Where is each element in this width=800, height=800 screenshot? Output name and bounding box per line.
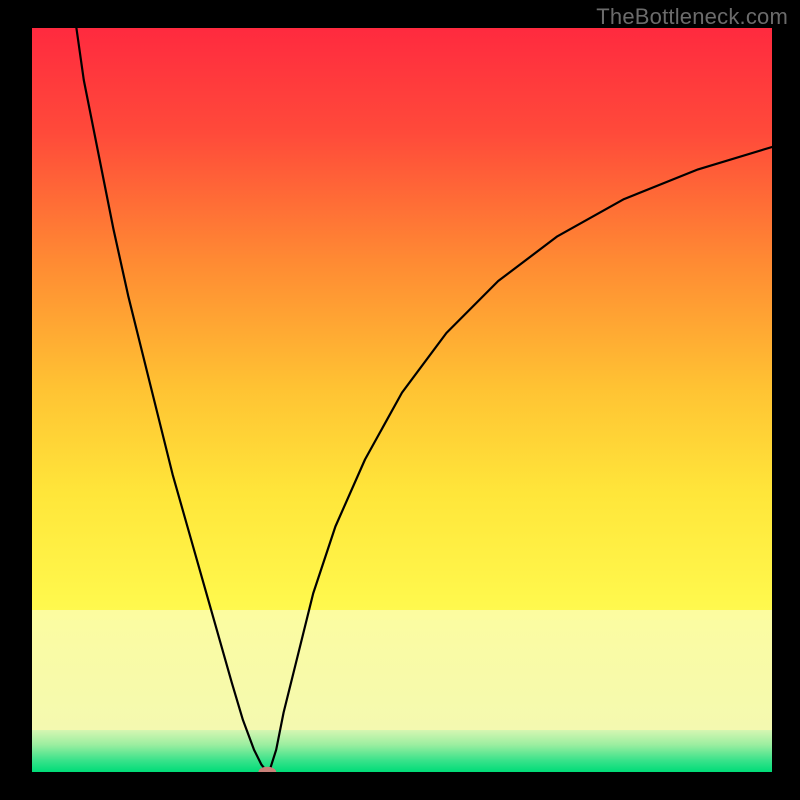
- plot-svg: [32, 28, 772, 772]
- watermark-text: TheBottleneck.com: [596, 4, 788, 30]
- bg-gradient-main: [32, 28, 772, 610]
- bg-gradient-green: [32, 730, 772, 772]
- plot-area: [32, 28, 772, 772]
- bg-gradient-pale: [32, 610, 772, 730]
- chart-frame: TheBottleneck.com: [0, 0, 800, 800]
